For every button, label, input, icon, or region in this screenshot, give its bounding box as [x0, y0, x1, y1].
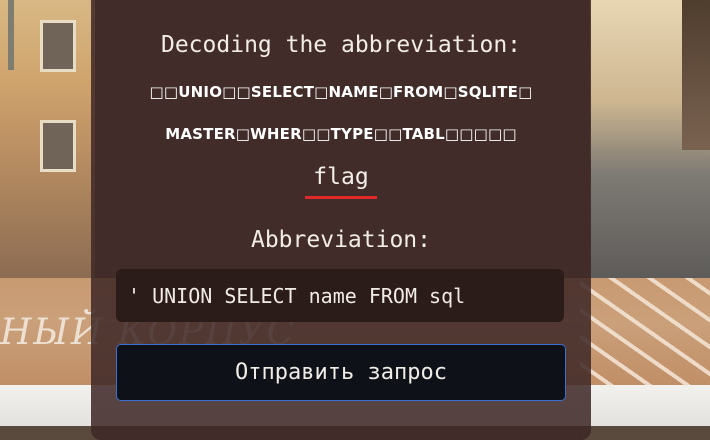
window — [40, 20, 76, 72]
decoded-line-1: □□UNIO□□SELECT□NAME□FROM□SQLITE□ — [149, 83, 533, 101]
window — [40, 120, 76, 172]
abbreviation-input[interactable]: ' UNION SELECT name FROM sql — [116, 269, 564, 322]
pillar — [8, 0, 14, 70]
building-right — [590, 0, 710, 290]
decode-panel: , Decoding the abbreviation: □□UNIO□□SEL… — [91, 0, 591, 440]
flag-container: flag — [91, 164, 591, 199]
abbreviation-label: Abbreviation: — [250, 227, 431, 253]
building-left — [0, 0, 95, 280]
decode-label: Decoding the abbreviation: — [160, 32, 522, 58]
submit-button[interactable]: Отправить запрос — [116, 344, 566, 401]
road-markings — [580, 278, 710, 388]
flag-text: flag — [305, 164, 377, 199]
tree — [682, 0, 710, 150]
decoded-line-2: MASTER□WHER□□TYPE□□TABL□□□□□ — [165, 125, 517, 143]
